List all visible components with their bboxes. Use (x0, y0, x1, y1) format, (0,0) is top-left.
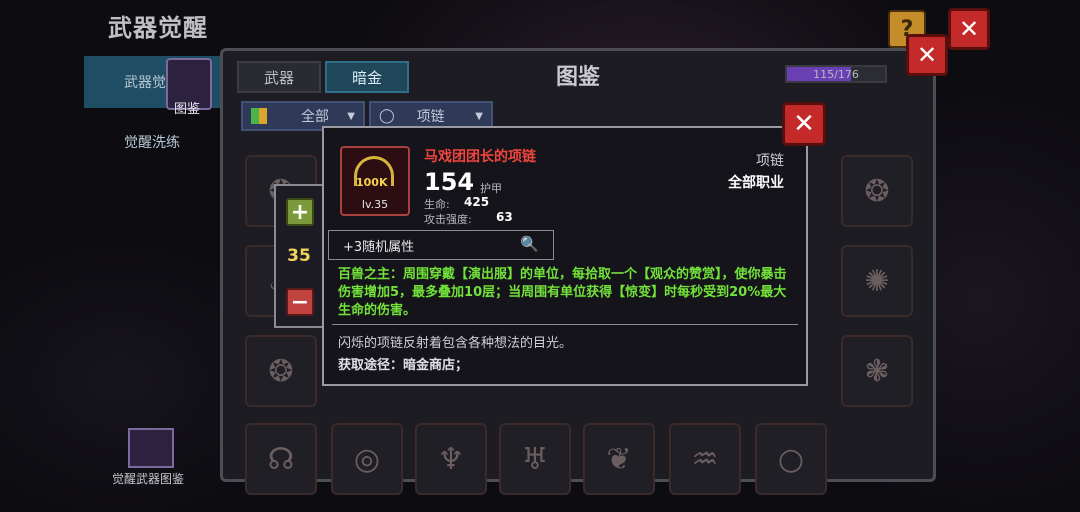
item-detail-panel: 100K lv.35 马戏团团长的项链 154 护甲 生命: 425 攻击强度:… (322, 126, 808, 386)
level-minus-button[interactable]: − (286, 288, 314, 316)
item-name: 马戏团团长的项链 (424, 149, 536, 165)
item-slot[interactable]: ♅ (499, 423, 571, 495)
item-source: 获取途径：暗金商店； (338, 358, 469, 373)
random-attribute-box[interactable]: +3随机属性 🔍 (328, 230, 554, 260)
chevron-down-icon: ▼ (475, 110, 483, 122)
stat-label: 攻击强度: (424, 213, 472, 226)
item-slot[interactable]: ❃ (841, 335, 913, 407)
random-attribute-label: +3随机属性 (343, 239, 415, 255)
stat-value: 63 (496, 210, 513, 224)
item-panel-close-button[interactable]: ✕ (782, 102, 826, 146)
collection-progress-bar: 115/176 (785, 65, 887, 83)
divider (332, 324, 798, 325)
chevron-down-icon: ▼ (347, 110, 355, 122)
magnifier-icon[interactable]: 🔍 (520, 235, 539, 253)
skill-description: 百兽之主：周围穿戴【演出服】的单位，每拾取一个【观众的赞赏】，使你暴击伤害增加5… (338, 267, 787, 318)
nav-item-label: 觉醒洗练 (124, 135, 180, 151)
item-power: 154 (424, 168, 475, 196)
page-title: 武器觉醒 (108, 14, 208, 42)
item-slot[interactable]: ❦ (583, 423, 655, 495)
stat-value: 425 (464, 195, 490, 209)
level-control: + 35 − (274, 184, 324, 328)
level-value: 35 (287, 246, 311, 266)
item-icon: 100K lv.35 (340, 146, 410, 216)
category-icon (251, 108, 267, 124)
codex-close-button[interactable]: ✕ (906, 34, 948, 76)
item-slot[interactable]: ○ (755, 423, 827, 495)
nav-item-awaken-refine[interactable]: 觉醒洗练 (84, 116, 220, 168)
flavor-text: 闪烁的项链反射着包含各种想法的目光。 (338, 336, 573, 351)
item-slot[interactable]: ❂ (841, 155, 913, 227)
item-level: lv.35 (361, 198, 389, 211)
level-plus-button[interactable]: + (286, 198, 314, 226)
necklace-icon: ◯ (379, 108, 395, 124)
item-icon-badge: 100K (356, 176, 388, 189)
item-slot[interactable]: ❂ (245, 335, 317, 407)
nav-item-label: 武器觉 (124, 75, 166, 91)
item-power-label: 护甲 (480, 182, 502, 195)
item-slot[interactable]: ♆ (415, 423, 487, 495)
close-button[interactable]: ✕ (948, 8, 990, 50)
filter-label: 全部 (301, 109, 329, 125)
codex-thumb-label: 图鉴 (174, 102, 201, 117)
filter-label: 项链 (416, 109, 445, 125)
awaken-codex-label: 觉醒武器图鉴 (112, 472, 185, 486)
item-slot[interactable]: ♒ (669, 423, 741, 495)
progress-text: 115/176 (813, 67, 859, 81)
item-class: 全部职业 (728, 175, 784, 191)
item-slot[interactable]: ✺ (841, 245, 913, 317)
awaken-codex-icon[interactable] (128, 428, 174, 468)
item-slot[interactable]: ☊ (245, 423, 317, 495)
item-type: 项链 (756, 153, 784, 169)
item-slot[interactable]: ◎ (331, 423, 403, 495)
stat-label: 生命: (424, 198, 450, 211)
